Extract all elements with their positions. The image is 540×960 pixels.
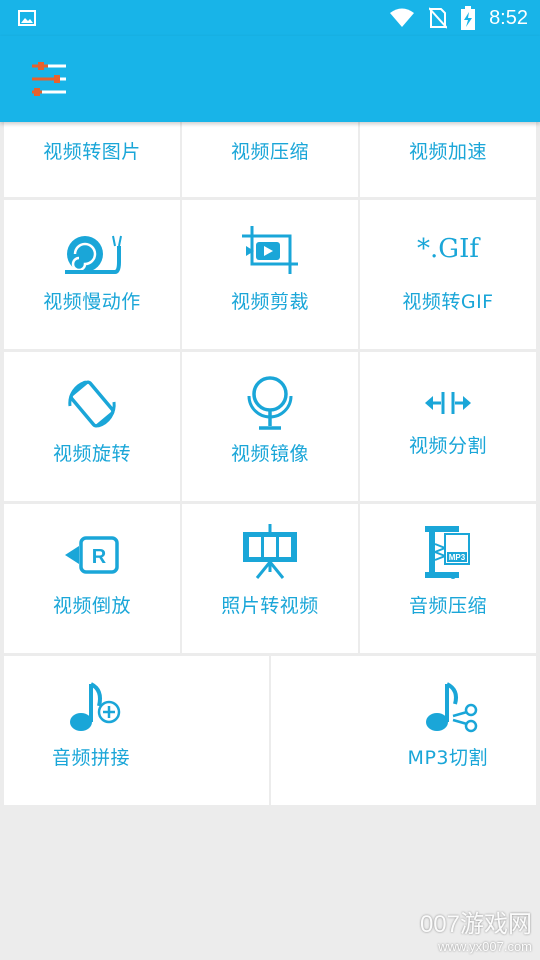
gif-icon: *.GIf xyxy=(417,234,479,264)
tool-label: 视频转GIF xyxy=(402,291,494,313)
video-rotate-button[interactable]: 视频旋转 xyxy=(4,352,180,501)
equalizer-menu-icon[interactable] xyxy=(26,58,70,100)
crop-video-icon xyxy=(242,226,298,274)
tool-label: 视频镜像 xyxy=(230,443,309,465)
tool-label: 音频压缩 xyxy=(408,595,487,617)
video-crop-button[interactable]: 视频剪裁 xyxy=(182,200,358,349)
tool-label: 视频剪裁 xyxy=(230,291,309,313)
mp3-cut-button[interactable]: MP3切割 xyxy=(271,656,536,805)
rotate-icon xyxy=(68,380,116,428)
photo-to-video-button[interactable]: 照片转视频 xyxy=(182,504,358,653)
wifi-icon xyxy=(390,8,415,27)
mp3-badge: MP3 xyxy=(449,553,466,562)
image-icon xyxy=(18,10,36,26)
audio-compress-button[interactable]: MP3 音频压缩 xyxy=(360,504,536,653)
clock: 8:52 xyxy=(489,6,528,29)
tool-label: 音频拼接 xyxy=(52,747,131,769)
video-to-gif-button[interactable]: *.GIf 视频转GIF xyxy=(360,200,536,349)
tool-label: 照片转视频 xyxy=(221,595,319,617)
audio-join-button[interactable]: 音频拼接 xyxy=(4,656,269,805)
tool-label: 视频转图片 xyxy=(43,141,141,163)
photo-to-video-icon xyxy=(243,524,297,579)
reverse-video-icon: R xyxy=(65,536,119,574)
watermark: 007游戏网 www.yx007.com xyxy=(420,904,532,954)
video-to-image-button[interactable]: 视频转图片 xyxy=(4,122,180,197)
video-speed-button[interactable]: 视频加速 xyxy=(360,122,536,197)
music-add-icon xyxy=(70,682,121,731)
audio-compress-icon: MP3 xyxy=(425,526,470,579)
tool-label: MP3切割 xyxy=(407,747,488,769)
video-reverse-button[interactable]: R 视频倒放 xyxy=(4,504,180,653)
video-mirror-button[interactable]: 视频镜像 xyxy=(182,352,358,501)
tool-label: 视频旋转 xyxy=(52,443,131,465)
music-cut-icon xyxy=(426,682,478,733)
video-compress-button[interactable]: 视频压缩 xyxy=(182,122,358,197)
watermark-url: www.yx007.com xyxy=(438,939,532,954)
video-slow-motion-button[interactable]: 视频慢动作 xyxy=(4,200,180,349)
battery-charging-icon xyxy=(461,6,476,30)
no-sim-icon xyxy=(429,7,448,29)
watermark-title: 007游戏网 xyxy=(419,911,532,938)
tool-label: 视频分割 xyxy=(408,435,487,457)
tool-label: 视频慢动作 xyxy=(43,291,141,313)
split-icon xyxy=(425,392,471,414)
video-split-button[interactable]: 视频分割 xyxy=(360,352,536,501)
tool-label: 视频加速 xyxy=(408,141,487,163)
tool-label: 视频压缩 xyxy=(230,141,309,163)
svg-text:R: R xyxy=(92,546,107,568)
status-bar: 8:52 xyxy=(0,0,540,36)
tool-label: 视频倒放 xyxy=(52,595,131,617)
snail-icon xyxy=(65,235,122,274)
app-bar xyxy=(0,36,540,122)
mirror-icon xyxy=(247,376,293,430)
video-compress-icon xyxy=(255,122,285,126)
